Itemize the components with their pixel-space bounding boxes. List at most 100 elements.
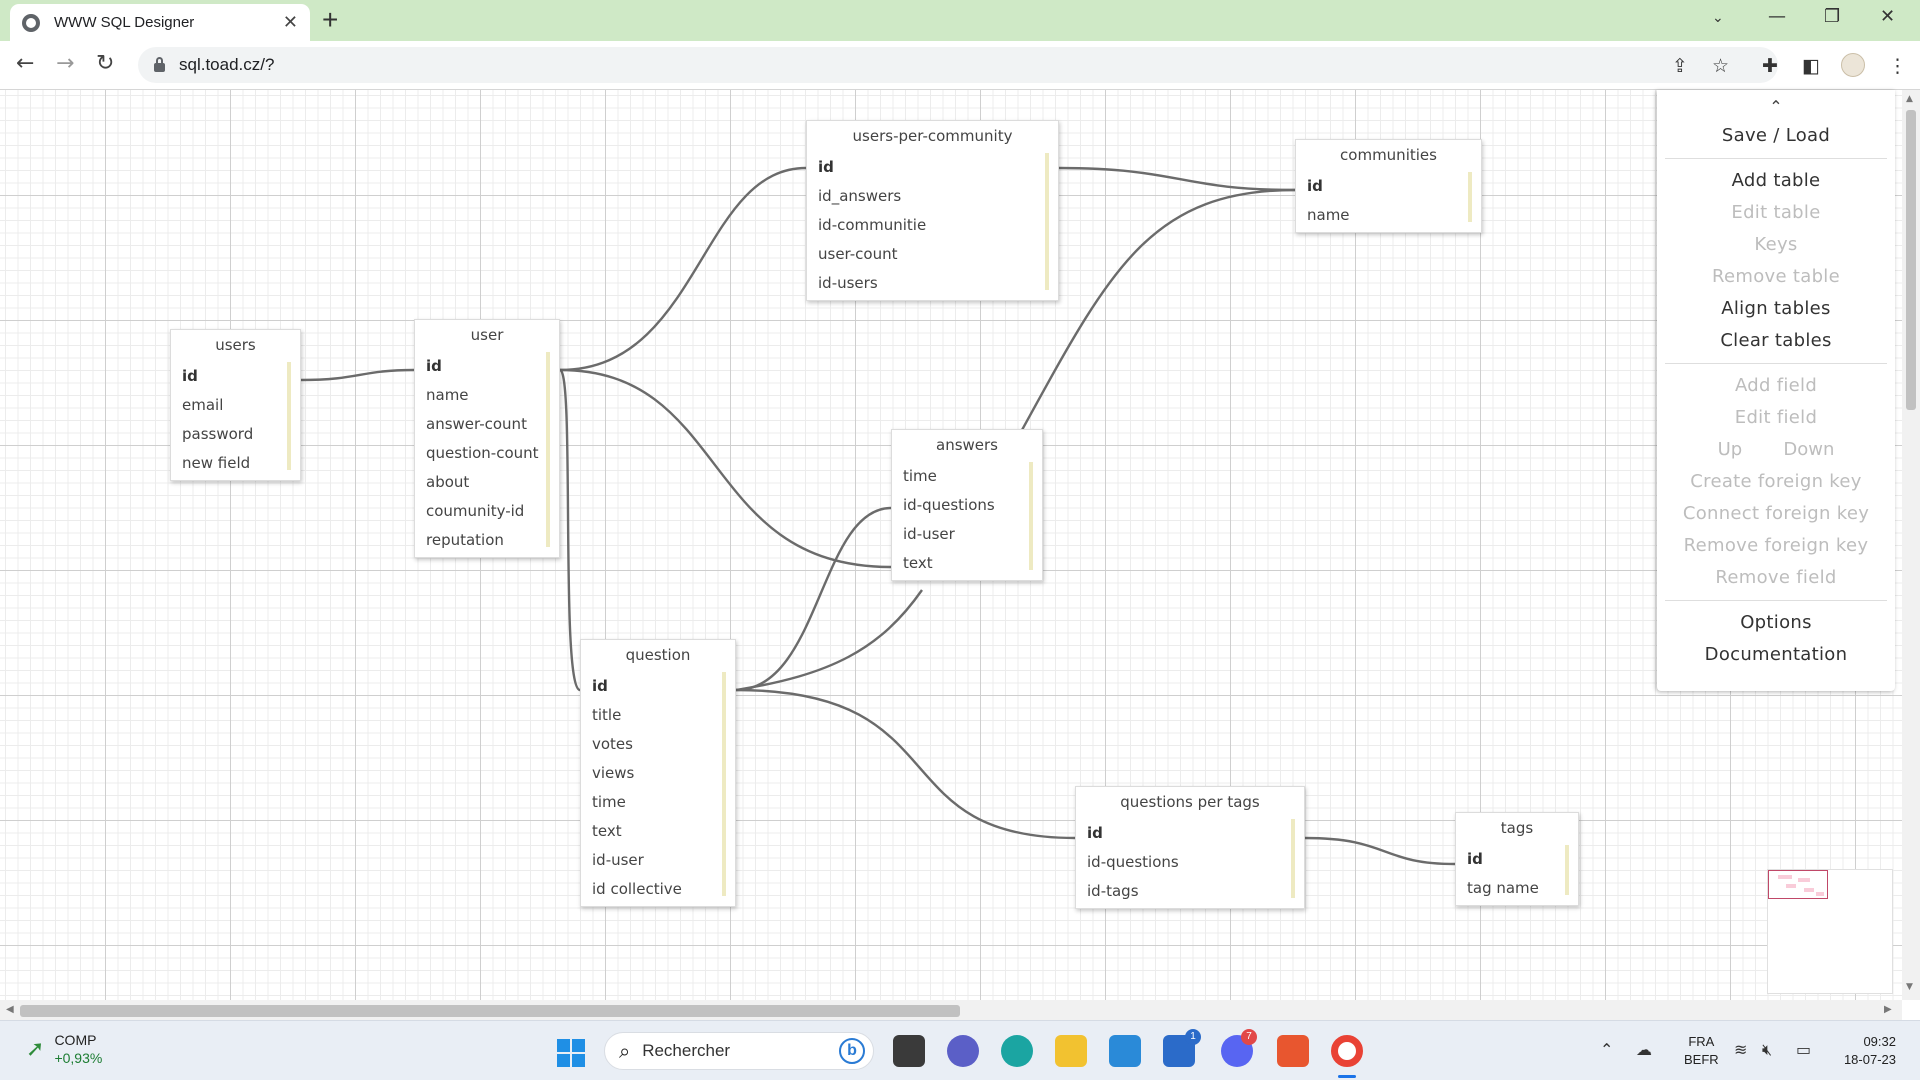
windows-start-icon[interactable] — [557, 1039, 585, 1067]
primary-key-field[interactable]: id — [1307, 172, 1481, 201]
db-table-communities[interactable]: communities id name — [1295, 139, 1482, 233]
primary-key-field[interactable]: id — [818, 153, 1058, 182]
browser-tab[interactable]: WWW SQL Designer ✕ — [10, 4, 310, 41]
table-field[interactable]: id-questions — [903, 491, 1042, 520]
remove-table-button[interactable]: Remove table — [1657, 261, 1895, 293]
edge-icon[interactable] — [1001, 1035, 1033, 1067]
minimize-window-icon[interactable]: — — [1768, 6, 1786, 27]
relation-user-question[interactable] — [558, 368, 582, 692]
system-clock[interactable]: 09:32 18-07-23 — [1834, 1033, 1896, 1069]
vscode-icon[interactable] — [1109, 1035, 1141, 1067]
relation-users-user[interactable] — [300, 368, 415, 382]
move-field-down-button[interactable]: Down — [1783, 434, 1834, 466]
add-table-button[interactable]: Add table — [1657, 165, 1895, 197]
table-title[interactable]: questions per tags — [1076, 787, 1304, 813]
table-field[interactable]: votes — [592, 730, 735, 759]
table-field[interactable]: id collective — [592, 875, 735, 904]
create-foreign-key-button[interactable]: Create foreign key — [1657, 466, 1895, 498]
vertical-scroll-thumb[interactable] — [1906, 110, 1916, 410]
options-button[interactable]: Options — [1657, 607, 1895, 639]
scroll-right-arrow-icon[interactable]: ▶ — [1884, 1004, 1892, 1015]
table-title[interactable]: tags — [1456, 813, 1578, 839]
relation-question-questions-per-tags[interactable] — [735, 688, 1076, 840]
table-title[interactable]: users — [171, 330, 300, 356]
table-field[interactable]: user-count — [818, 240, 1058, 269]
table-field[interactable]: id-questions — [1087, 848, 1304, 877]
table-field[interactable]: time — [903, 462, 1042, 491]
address-url[interactable]: sql.toad.cz/? — [179, 55, 274, 75]
calendar-app-icon[interactable] — [1277, 1035, 1309, 1067]
restore-window-icon[interactable]: ❐ — [1824, 6, 1840, 27]
table-field[interactable]: name — [426, 381, 559, 410]
table-field[interactable]: id-tags — [1087, 877, 1304, 906]
table-field[interactable]: id_answers — [818, 182, 1058, 211]
horizontal-scrollbar[interactable]: ◀ ▶ — [0, 1000, 1902, 1020]
save-load-button[interactable]: Save / Load — [1657, 120, 1895, 152]
db-table-questions-per-tags[interactable]: questions per tags id id-questions id-tags — [1075, 786, 1305, 909]
primary-key-field[interactable]: id — [426, 352, 559, 381]
task-view-icon[interactable] — [893, 1035, 925, 1067]
primary-key-field[interactable]: id — [182, 362, 300, 391]
browser-menu-icon[interactable]: ⋮ — [1888, 55, 1907, 77]
documentation-button[interactable]: Documentation — [1657, 639, 1895, 671]
profile-avatar[interactable] — [1841, 53, 1865, 77]
db-table-user[interactable]: user id name answer-count question-count abou… — [414, 319, 560, 558]
designer-canvas[interactable]: users id email password new field user id name a… — [0, 90, 1920, 1000]
relation-users-per-community-communities[interactable] — [1058, 166, 1296, 192]
scroll-up-arrow-icon[interactable]: ▲ — [1906, 94, 1913, 104]
wifi-icon[interactable]: ≋ — [1734, 1040, 1747, 1059]
table-field[interactable]: id-user — [592, 846, 735, 875]
relation-question-answers-id-questions[interactable] — [735, 506, 892, 692]
db-table-tags[interactable]: tags id tag name — [1455, 812, 1579, 906]
edit-table-button[interactable]: Edit table — [1657, 197, 1895, 229]
bing-icon[interactable]: b — [839, 1038, 865, 1064]
horizontal-scroll-thumb[interactable] — [20, 1005, 960, 1017]
add-field-button[interactable]: Add field — [1657, 370, 1895, 402]
align-tables-button[interactable]: Align tables — [1657, 293, 1895, 325]
table-field[interactable]: id-communitie — [818, 211, 1058, 240]
table-title[interactable]: users-per-community — [807, 121, 1058, 147]
taskbar-search[interactable]: ⌕ Rechercher b — [604, 1032, 874, 1070]
relation-answers-communities[interactable] — [1020, 188, 1296, 431]
move-field-up-button[interactable]: Up — [1718, 434, 1743, 466]
minimap[interactable] — [1767, 869, 1893, 994]
collapse-menu-icon[interactable]: ⌃ — [1657, 94, 1895, 120]
stock-widget[interactable]: ➚ COMP +0,93% — [26, 1031, 102, 1067]
remove-field-button[interactable]: Remove field — [1657, 562, 1895, 594]
relation-question-answers[interactable] — [735, 589, 923, 692]
new-tab-button[interactable]: + — [322, 6, 338, 34]
tab-close-icon[interactable]: ✕ — [283, 12, 298, 33]
table-field[interactable]: time — [592, 788, 735, 817]
close-window-icon[interactable]: ✕ — [1880, 6, 1895, 27]
show-hidden-icons-chevron-icon[interactable]: ⌃ — [1600, 1040, 1613, 1059]
language-indicator[interactable]: FRA BEFR — [1684, 1033, 1719, 1069]
table-title[interactable]: communities — [1296, 140, 1481, 166]
table-field[interactable]: reputation — [426, 526, 559, 555]
table-title[interactable]: answers — [892, 430, 1042, 456]
clear-tables-button[interactable]: Clear tables — [1657, 325, 1895, 357]
reload-icon[interactable]: ↻ — [96, 51, 114, 76]
vertical-scrollbar[interactable]: ▲ ▼ — [1902, 90, 1920, 1000]
bookmark-star-icon[interactable]: ☆ — [1712, 55, 1729, 77]
table-field[interactable]: text — [592, 817, 735, 846]
search-placeholder[interactable]: Rechercher — [642, 1041, 839, 1061]
table-field[interactable]: id-users — [818, 269, 1058, 298]
db-table-users[interactable]: users id email password new field — [170, 329, 301, 481]
table-field[interactable]: views — [592, 759, 735, 788]
relation-user-answers[interactable] — [559, 368, 892, 569]
table-field[interactable]: new field — [182, 449, 300, 478]
lock-icon[interactable] — [154, 57, 165, 72]
extensions-puzzle-icon[interactable]: ✚ — [1762, 55, 1778, 77]
keys-button[interactable]: Keys — [1657, 229, 1895, 261]
share-icon[interactable]: ⇪ — [1672, 55, 1688, 77]
table-title[interactable]: question — [581, 640, 735, 666]
table-field[interactable]: text — [903, 549, 1042, 578]
connect-foreign-key-button[interactable]: Connect foreign key — [1657, 498, 1895, 530]
table-field[interactable]: coumunity-id — [426, 497, 559, 526]
table-field[interactable]: question-count — [426, 439, 559, 468]
table-title[interactable]: user — [415, 320, 559, 346]
relation-user-users-per-community[interactable] — [559, 166, 807, 372]
table-field[interactable]: name — [1307, 201, 1481, 230]
db-table-question[interactable]: question id title votes views time text id-user… — [580, 639, 736, 907]
table-field[interactable]: about — [426, 468, 559, 497]
